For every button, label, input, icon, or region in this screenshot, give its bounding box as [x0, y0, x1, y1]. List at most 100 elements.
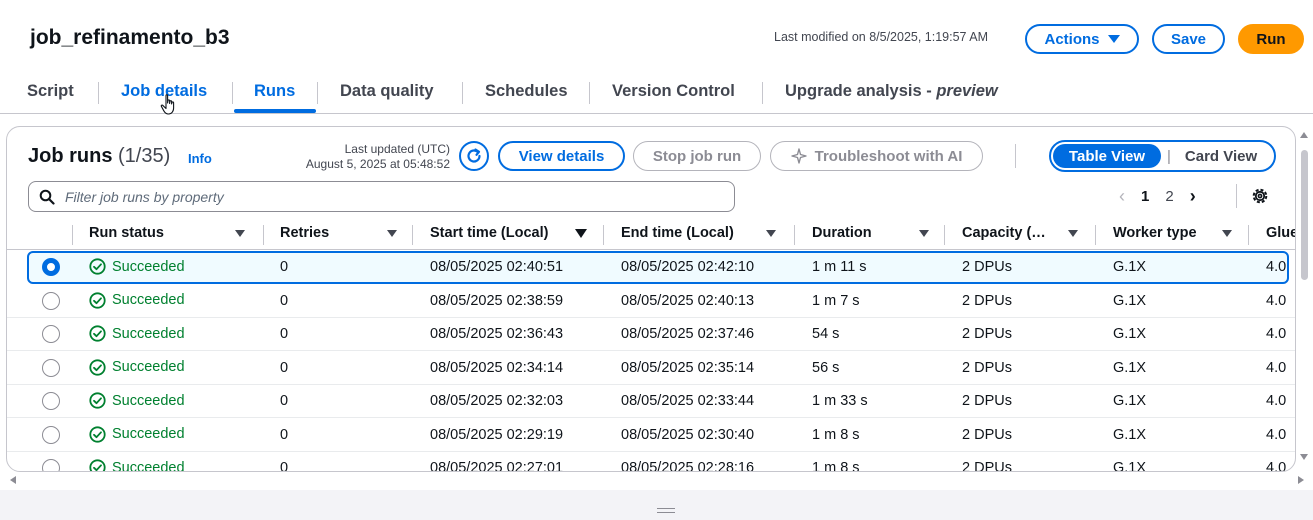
table-row[interactable]: Succeeded 0 08/05/2025 02:27:01 08/05/2025 … — [7, 452, 1295, 472]
col-start-time[interactable]: Start time (Local) — [430, 225, 548, 241]
scroll-thumb[interactable] — [1301, 150, 1308, 280]
prev-page-button[interactable]: ‹ — [1119, 186, 1125, 207]
scroll-up-arrow[interactable] — [1300, 132, 1308, 138]
glue-version-cell: 4.0 — [1266, 460, 1287, 472]
glue-version-cell: 4.0 — [1266, 259, 1287, 275]
sort-desc-icon[interactable] — [575, 229, 587, 238]
scroll-down-arrow[interactable] — [1300, 454, 1308, 460]
tab-version-control[interactable]: Version Control — [612, 82, 735, 101]
run-status-text: Succeeded — [112, 392, 185, 409]
sort-icon[interactable] — [1068, 230, 1078, 237]
scroll-right-arrow[interactable] — [1298, 476, 1304, 484]
retries-cell: 0 — [280, 393, 289, 409]
tab-data-quality[interactable]: Data quality — [340, 82, 434, 101]
duration-cell: 1 m 8 s — [812, 460, 860, 472]
tab-upgrade-analysis[interactable]: Upgrade analysis - preview — [785, 82, 998, 101]
sort-icon[interactable] — [387, 230, 397, 237]
runs-count: (1/35) — [118, 145, 171, 167]
worker-type-cell: G.1X — [1113, 460, 1147, 472]
last-modified-text: Last modified on 8/5/2025, 1:19:57 AM — [774, 30, 989, 44]
tab-script[interactable]: Script — [27, 82, 74, 101]
capacity-cell: 2 DPUs — [962, 292, 1012, 309]
save-button[interactable]: Save — [1152, 24, 1225, 54]
table-row[interactable]: Succeeded 0 08/05/2025 02:36:43 08/05/2025 … — [7, 318, 1295, 351]
table-header: Run status Retries Start time (Local) En… — [7, 218, 1295, 250]
col-glue[interactable]: Glue — [1266, 225, 1295, 241]
sort-icon[interactable] — [766, 230, 776, 237]
row-radio[interactable] — [42, 325, 60, 343]
success-check-icon — [89, 258, 106, 275]
tab-schedules[interactable]: Schedules — [485, 82, 568, 101]
tab-upgrade-preview: preview — [936, 82, 998, 100]
table-row[interactable]: Succeeded 0 08/05/2025 02:34:14 08/05/2025 … — [7, 352, 1295, 385]
row-radio[interactable] — [42, 291, 60, 310]
sort-icon[interactable] — [919, 230, 929, 237]
filter-input[interactable] — [65, 188, 705, 205]
tab-upgrade-label: Upgrade analysis - — [785, 82, 937, 100]
next-page-button[interactable]: › — [1190, 186, 1196, 207]
refresh-button[interactable] — [459, 141, 489, 171]
table-row[interactable]: Succeeded 0 08/05/2025 02:40:51 08/05/2025 … — [27, 251, 1289, 284]
tab-divider — [589, 82, 590, 104]
toggle-separator: | — [1167, 147, 1171, 165]
sort-icon[interactable] — [1222, 230, 1232, 237]
success-check-icon — [89, 392, 106, 409]
vertical-scrollbar[interactable] — [1298, 132, 1310, 468]
duration-cell: 1 m 11 s — [812, 259, 867, 275]
retries-cell: 0 — [280, 359, 289, 376]
col-capacity[interactable]: Capacity (… — [962, 225, 1046, 241]
info-link[interactable]: Info — [188, 151, 212, 166]
page-1[interactable]: 1 — [1141, 188, 1149, 205]
run-status-cell: Succeeded — [89, 392, 185, 409]
col-run-status[interactable]: Run status — [89, 225, 164, 241]
resize-handle[interactable] — [657, 508, 675, 513]
stop-job-run-button[interactable]: Stop job run — [633, 141, 761, 171]
col-worker-type[interactable]: Worker type — [1113, 225, 1197, 241]
pager-divider — [1236, 184, 1237, 208]
sort-icon[interactable] — [235, 230, 245, 237]
troubleshoot-ai-button[interactable]: Troubleshoot with AI — [770, 141, 983, 171]
table-view-toggle[interactable]: Table View — [1053, 144, 1161, 168]
run-status-text: Succeeded — [112, 292, 185, 308]
col-retries[interactable]: Retries — [280, 225, 329, 241]
row-radio[interactable] — [42, 425, 60, 444]
row-radio[interactable] — [42, 459, 60, 471]
row-radio[interactable] — [42, 258, 60, 276]
table-row[interactable]: Succeeded 0 08/05/2025 02:38:59 08/05/2025 … — [7, 285, 1295, 318]
page-2[interactable]: 2 — [1165, 188, 1173, 205]
worker-type-cell: G.1X — [1113, 359, 1147, 376]
row-radio[interactable] — [42, 392, 60, 410]
start-time-cell: 08/05/2025 02:36:43 — [430, 326, 564, 342]
column-divider — [263, 225, 264, 245]
scroll-left-arrow[interactable] — [10, 476, 16, 484]
troubleshoot-label: Troubleshoot with AI — [814, 147, 963, 165]
tab-divider — [762, 82, 763, 104]
filter-box[interactable] — [28, 181, 735, 212]
search-icon — [39, 189, 55, 205]
row-radio[interactable] — [42, 358, 60, 377]
glue-version-cell: 4.0 — [1266, 393, 1287, 409]
retries-cell: 0 — [280, 460, 289, 472]
actions-button[interactable]: Actions — [1025, 24, 1139, 54]
job-title: job_refinamento_b3 — [30, 26, 230, 49]
col-duration[interactable]: Duration — [812, 225, 872, 241]
glue-version-cell: 4.0 — [1266, 326, 1287, 342]
capacity-cell: 2 DPUs — [962, 460, 1012, 472]
success-check-icon — [89, 325, 106, 342]
duration-cell: 56 s — [812, 359, 840, 376]
settings-gear-icon[interactable] — [1250, 186, 1270, 206]
view-details-button[interactable]: View details — [498, 141, 625, 171]
table-row[interactable]: Succeeded 0 08/05/2025 02:29:19 08/05/2025 … — [7, 419, 1295, 452]
last-updated-value: August 5, 2025 at 05:48:52 — [305, 157, 450, 171]
stop-job-run-label: Stop job run — [652, 147, 742, 165]
start-time-cell: 08/05/2025 02:34:14 — [430, 359, 564, 376]
card-view-toggle[interactable]: Card View — [1185, 148, 1257, 165]
start-time-cell: 08/05/2025 02:29:19 — [430, 426, 564, 443]
tab-runs[interactable]: Runs — [254, 82, 295, 101]
table-row[interactable]: Succeeded 0 08/05/2025 02:32:03 08/05/2025 … — [7, 385, 1295, 418]
success-check-icon — [89, 358, 106, 376]
col-end-time[interactable]: End time (Local) — [621, 225, 734, 241]
run-button[interactable]: Run — [1238, 24, 1304, 54]
capacity-cell: 2 DPUs — [962, 326, 1012, 342]
hand-pointer-icon — [160, 94, 175, 115]
